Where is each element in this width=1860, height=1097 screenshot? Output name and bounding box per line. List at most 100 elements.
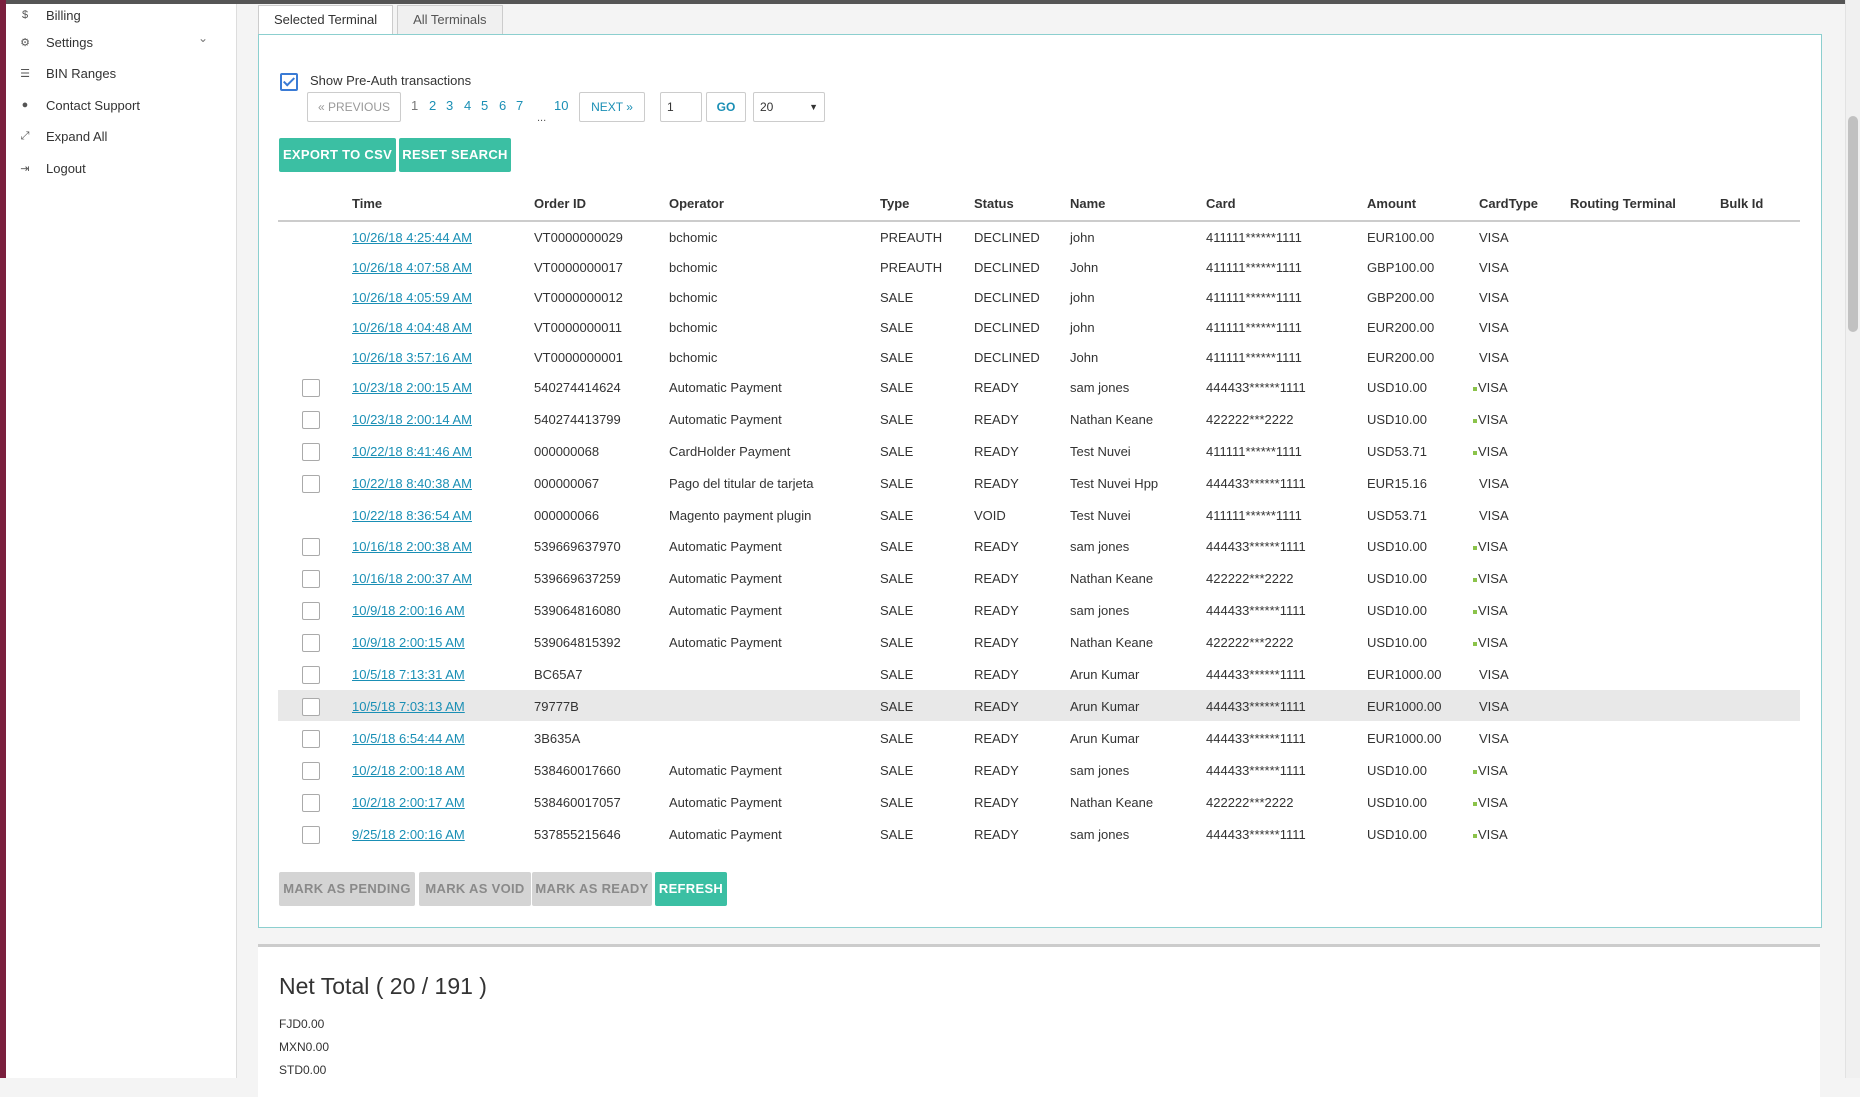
cell-time[interactable]: 10/26/18 4:07:58 AM: [352, 260, 472, 275]
sidebar-item-bin-ranges[interactable]: ☰ BIN Ranges: [16, 62, 116, 84]
cell-name: sam jones: [1070, 827, 1130, 842]
cell-status: READY: [974, 603, 1019, 618]
tab-selected-terminal[interactable]: Selected Terminal: [258, 5, 394, 35]
cell-type: SALE: [880, 350, 914, 365]
previous-page-button[interactable]: « PREVIOUS: [307, 92, 401, 122]
row-select-checkbox[interactable]: [302, 379, 320, 397]
cell-status: DECLINED: [974, 290, 1040, 305]
refresh-button[interactable]: REFRESH: [655, 872, 727, 906]
chevron-down-icon[interactable]: ⌄: [198, 31, 208, 45]
col-routing-terminal[interactable]: Routing Terminal: [1570, 196, 1676, 211]
cell-time[interactable]: 10/16/18 2:00:38 AM: [352, 539, 472, 554]
sidebar-item-contact-support[interactable]: ● Contact Support: [16, 94, 140, 116]
col-operator[interactable]: Operator: [669, 196, 724, 211]
col-name[interactable]: Name: [1070, 196, 1105, 211]
go-button[interactable]: GO: [706, 92, 746, 122]
scrollbar-thumb[interactable]: [1848, 116, 1858, 332]
cell-order: 79777B: [534, 699, 579, 714]
cell-cardtype: VISA: [1479, 667, 1509, 682]
mark-pending-button[interactable]: MARK AS PENDING: [279, 872, 415, 906]
reset-search-button[interactable]: RESET SEARCH: [399, 138, 511, 172]
page-scrollbar[interactable]: [1845, 0, 1860, 1078]
mark-void-button[interactable]: MARK AS VOID: [419, 872, 531, 906]
row-select-checkbox[interactable]: [302, 570, 320, 588]
sidebar-item-settings[interactable]: ⚙ Settings ⌄: [16, 31, 226, 53]
col-cardtype[interactable]: CardType: [1479, 196, 1538, 211]
row-select-checkbox[interactable]: [302, 443, 320, 461]
row-select-checkbox[interactable]: [302, 411, 320, 429]
mark-ready-button[interactable]: MARK AS READY: [532, 872, 652, 906]
col-bulk-id[interactable]: Bulk Id: [1720, 196, 1763, 211]
cell-time[interactable]: 10/22/18 8:36:54 AM: [352, 508, 472, 523]
row-select-checkbox[interactable]: [302, 634, 320, 652]
row-select-checkbox[interactable]: [302, 730, 320, 748]
page-7[interactable]: 7: [516, 98, 523, 113]
cardtype-label: VISA: [1478, 380, 1508, 395]
col-time[interactable]: Time: [352, 196, 382, 211]
cell-time[interactable]: 10/22/18 8:41:46 AM: [352, 444, 472, 459]
row-select-checkbox[interactable]: [302, 602, 320, 620]
export-csv-button[interactable]: EXPORT TO CSV: [279, 138, 396, 172]
row-select-checkbox[interactable]: [302, 698, 320, 716]
cell-time[interactable]: 10/23/18 2:00:15 AM: [352, 380, 472, 395]
cell-time[interactable]: 10/9/18 2:00:15 AM: [352, 635, 465, 650]
cell-operator: bchomic: [669, 350, 718, 365]
page-size-select[interactable]: 20 ▼: [753, 92, 825, 122]
table-row: 10/22/18 8:40:38 AM 000000067 Pago del tit…: [278, 467, 1800, 498]
cell-cardtype: VISA: [1479, 731, 1509, 746]
cell-card: 444433******1111: [1206, 380, 1306, 395]
cell-cardtype: VISA: [1479, 699, 1509, 714]
col-order-id[interactable]: Order ID: [534, 196, 586, 211]
card-status-dot-icon: [1473, 641, 1477, 646]
next-page-button[interactable]: NEXT »: [579, 92, 645, 122]
col-card[interactable]: Card: [1206, 196, 1236, 211]
page-6[interactable]: 6: [499, 98, 506, 113]
net-total-panel: Net Total ( 20 / 191 ) FJD0.00 MXN0.00 S…: [258, 944, 1820, 1097]
cell-time[interactable]: 10/2/18 2:00:17 AM: [352, 795, 465, 810]
cell-time[interactable]: 10/2/18 2:00:18 AM: [352, 763, 465, 778]
cell-time[interactable]: 10/26/18 4:04:48 AM: [352, 320, 472, 335]
table-row: 9/25/18 2:00:16 AM 537855215646 Automatic …: [278, 818, 1800, 849]
cell-time[interactable]: 10/5/18 7:13:31 AM: [352, 667, 465, 682]
col-amount[interactable]: Amount: [1367, 196, 1416, 211]
row-select-checkbox[interactable]: [302, 794, 320, 812]
cell-time[interactable]: 10/26/18 3:57:16 AM: [352, 350, 472, 365]
cell-time[interactable]: 10/5/18 7:03:13 AM: [352, 699, 465, 714]
cell-type: SALE: [880, 380, 914, 395]
cell-time[interactable]: 10/5/18 6:54:44 AM: [352, 731, 465, 746]
page-2[interactable]: 2: [429, 98, 436, 113]
show-preauth-checkbox[interactable]: [280, 73, 298, 91]
cell-time[interactable]: 10/26/18 4:05:59 AM: [352, 290, 472, 305]
sidebar-item-label: Billing: [46, 7, 81, 23]
row-select-checkbox[interactable]: [302, 666, 320, 684]
col-type[interactable]: Type: [880, 196, 909, 211]
cell-status: VOID: [974, 508, 1006, 523]
cell-time[interactable]: 10/23/18 2:00:14 AM: [352, 412, 472, 427]
row-select-checkbox[interactable]: [302, 762, 320, 780]
cell-order: 538460017057: [534, 795, 621, 810]
cell-time[interactable]: 10/9/18 2:00:16 AM: [352, 603, 465, 618]
sidebar-item-expand-all[interactable]: ⤢ Expand All: [16, 125, 108, 147]
page-3[interactable]: 3: [446, 98, 453, 113]
cell-card: 444433******1111: [1206, 603, 1306, 618]
cell-time[interactable]: 9/25/18 2:00:16 AM: [352, 827, 465, 842]
col-status[interactable]: Status: [974, 196, 1014, 211]
page-1[interactable]: 1: [411, 98, 418, 113]
sidebar-item-billing[interactable]: $ Billing: [16, 4, 81, 26]
sidebar-item-logout[interactable]: ⇥ Logout: [16, 157, 85, 179]
cell-time[interactable]: 10/16/18 2:00:37 AM: [352, 571, 472, 586]
row-select-checkbox[interactable]: [302, 826, 320, 844]
goto-page-input[interactable]: 1: [660, 92, 702, 122]
cell-order: 539669637970: [534, 539, 621, 554]
page-4[interactable]: 4: [464, 98, 471, 113]
tab-all-terminals[interactable]: All Terminals: [397, 5, 503, 34]
row-select-checkbox[interactable]: [302, 475, 320, 493]
cell-time[interactable]: 10/26/18 4:25:44 AM: [352, 230, 472, 245]
page-10[interactable]: 10: [554, 98, 568, 113]
row-select-checkbox[interactable]: [302, 538, 320, 556]
page-5[interactable]: 5: [481, 98, 488, 113]
cell-status: READY: [974, 699, 1019, 714]
cell-time[interactable]: 10/22/18 8:40:38 AM: [352, 476, 472, 491]
cell-type: SALE: [880, 290, 914, 305]
cell-order: VT0000000017: [534, 260, 623, 275]
